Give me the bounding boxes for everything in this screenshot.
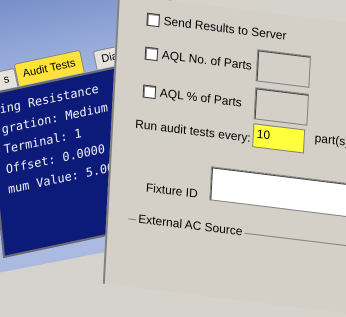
run-audit-units-row: part(s) (314, 131, 346, 149)
tab-partial-label: s (2, 73, 11, 87)
fixture-id-label: Fixture ID (145, 180, 199, 201)
external-ac-row: External AC Source (135, 211, 245, 239)
fixture-id-input[interactable] (209, 166, 346, 222)
aql-pct-row: AQL % of Parts (142, 84, 243, 110)
run-audit-row: Run audit tests every: (135, 117, 251, 145)
run-audit-units: part(s) (314, 130, 346, 149)
fixture-id-row: Fixture ID (146, 180, 198, 200)
aql-no-label: AQL No. of Parts (161, 47, 253, 73)
audit-settings-form: Send Results to Server AQL No. of Parts … (102, 0, 346, 316)
run-audit-input[interactable]: 10 (252, 123, 306, 154)
aql-pct-input[interactable] (253, 87, 310, 126)
aql-no-row: AQL No. of Parts (144, 46, 253, 73)
aql-pct-label: AQL % of Parts (159, 85, 243, 110)
external-ac-label: External AC Source (137, 211, 243, 239)
aql-no-checkbox[interactable] (144, 46, 159, 61)
aql-no-input[interactable] (255, 49, 312, 88)
run-audit-label: Run audit tests every: (134, 116, 252, 145)
send-results-row: Send Results to Server (146, 12, 287, 43)
aql-pct-checkbox[interactable] (142, 84, 157, 99)
send-results-label: Send Results to Server (163, 13, 287, 43)
send-results-checkbox[interactable] (146, 12, 161, 27)
